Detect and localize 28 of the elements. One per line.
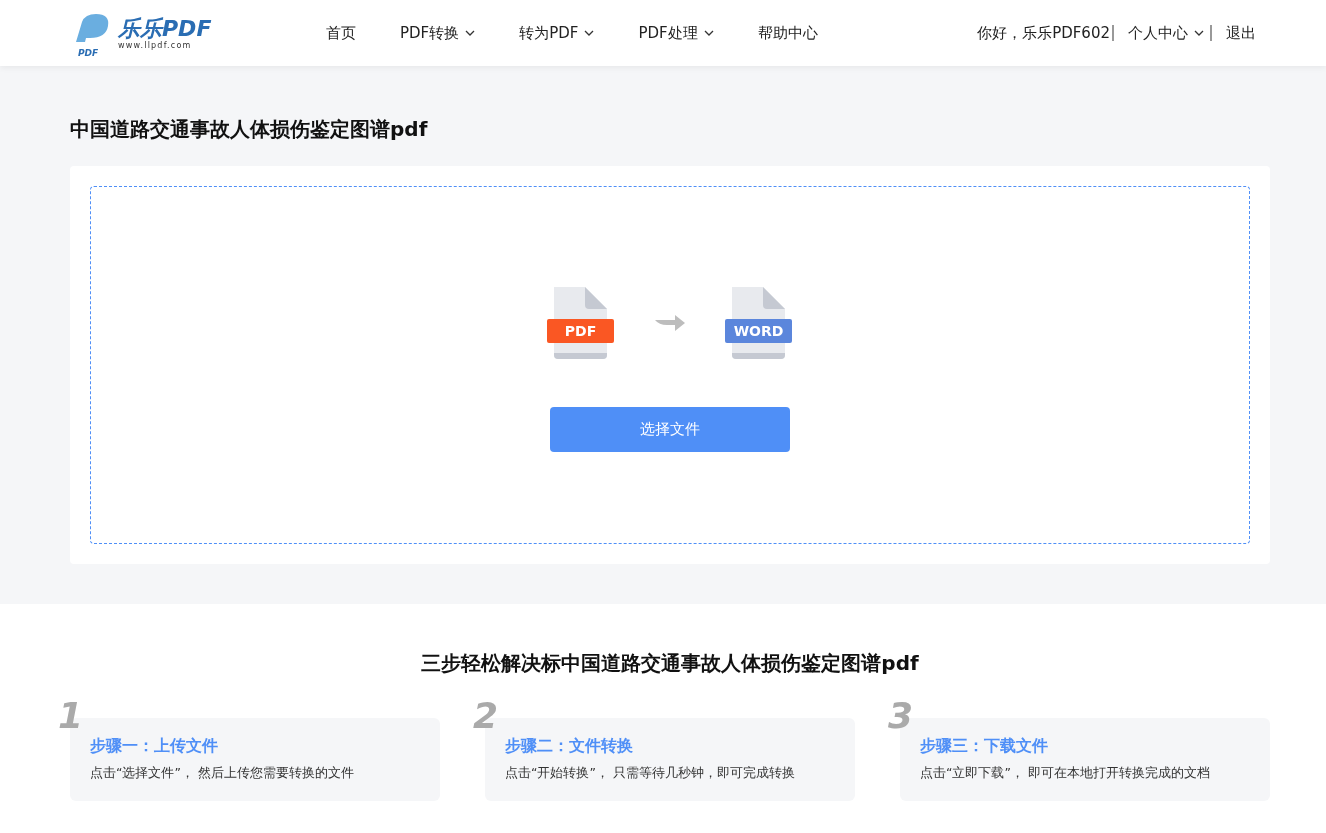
chevron-down-icon bbox=[584, 30, 595, 36]
page-title: 中国道路交通事故人体损伤鉴定图谱pdf bbox=[70, 116, 429, 143]
step-title: 步骤三：下载文件 bbox=[920, 736, 1049, 757]
step-title: 步骤二：文件转换 bbox=[505, 736, 634, 757]
step-description: 点击“立即下载”， 即可在本地打开转换完成的文档 bbox=[920, 765, 1211, 782]
nav-link[interactable]: PDF转换 bbox=[400, 23, 476, 43]
step-number: 3 bbox=[888, 698, 914, 734]
nav-link[interactable]: 转为PDF bbox=[519, 23, 595, 43]
step-number: 2 bbox=[473, 698, 499, 734]
step-title: 步骤一：上传文件 bbox=[90, 736, 219, 757]
nav-link[interactable]: 帮助中心 bbox=[757, 23, 818, 43]
arrow-right-icon bbox=[655, 314, 685, 332]
chevron-down-icon bbox=[465, 30, 476, 36]
greeting-text: 你好，乐乐PDF602 bbox=[977, 23, 1110, 43]
logo-name[interactable]: 乐乐PDF bbox=[118, 16, 212, 41]
chevron-down-icon bbox=[1194, 30, 1204, 36]
nav-link[interactable]: 首页 bbox=[326, 23, 356, 43]
account-menu[interactable]: 个人中心 bbox=[1128, 23, 1204, 43]
step-number: 1 bbox=[58, 698, 84, 734]
logout-link[interactable]: 退出 bbox=[1226, 23, 1256, 43]
drop-zone[interactable]: PDF WORD 选择文件 bbox=[90, 186, 1250, 544]
nav-link[interactable]: PDF处理 bbox=[638, 23, 714, 43]
chevron-down-icon bbox=[703, 30, 714, 36]
steps-heading: 三步轻松解决标中国道路交通事故人体损伤鉴定图谱pdf bbox=[420, 650, 920, 677]
step-description: 点击“开始转换”， 只需等待几秒钟，即可完成转换 bbox=[505, 765, 796, 782]
logo-subtext: PDF bbox=[78, 48, 99, 58]
step-description: 点击“选择文件”， 然后上传您需要转换的文件 bbox=[90, 765, 355, 782]
logo-url: www.llpdf.com bbox=[118, 40, 193, 50]
